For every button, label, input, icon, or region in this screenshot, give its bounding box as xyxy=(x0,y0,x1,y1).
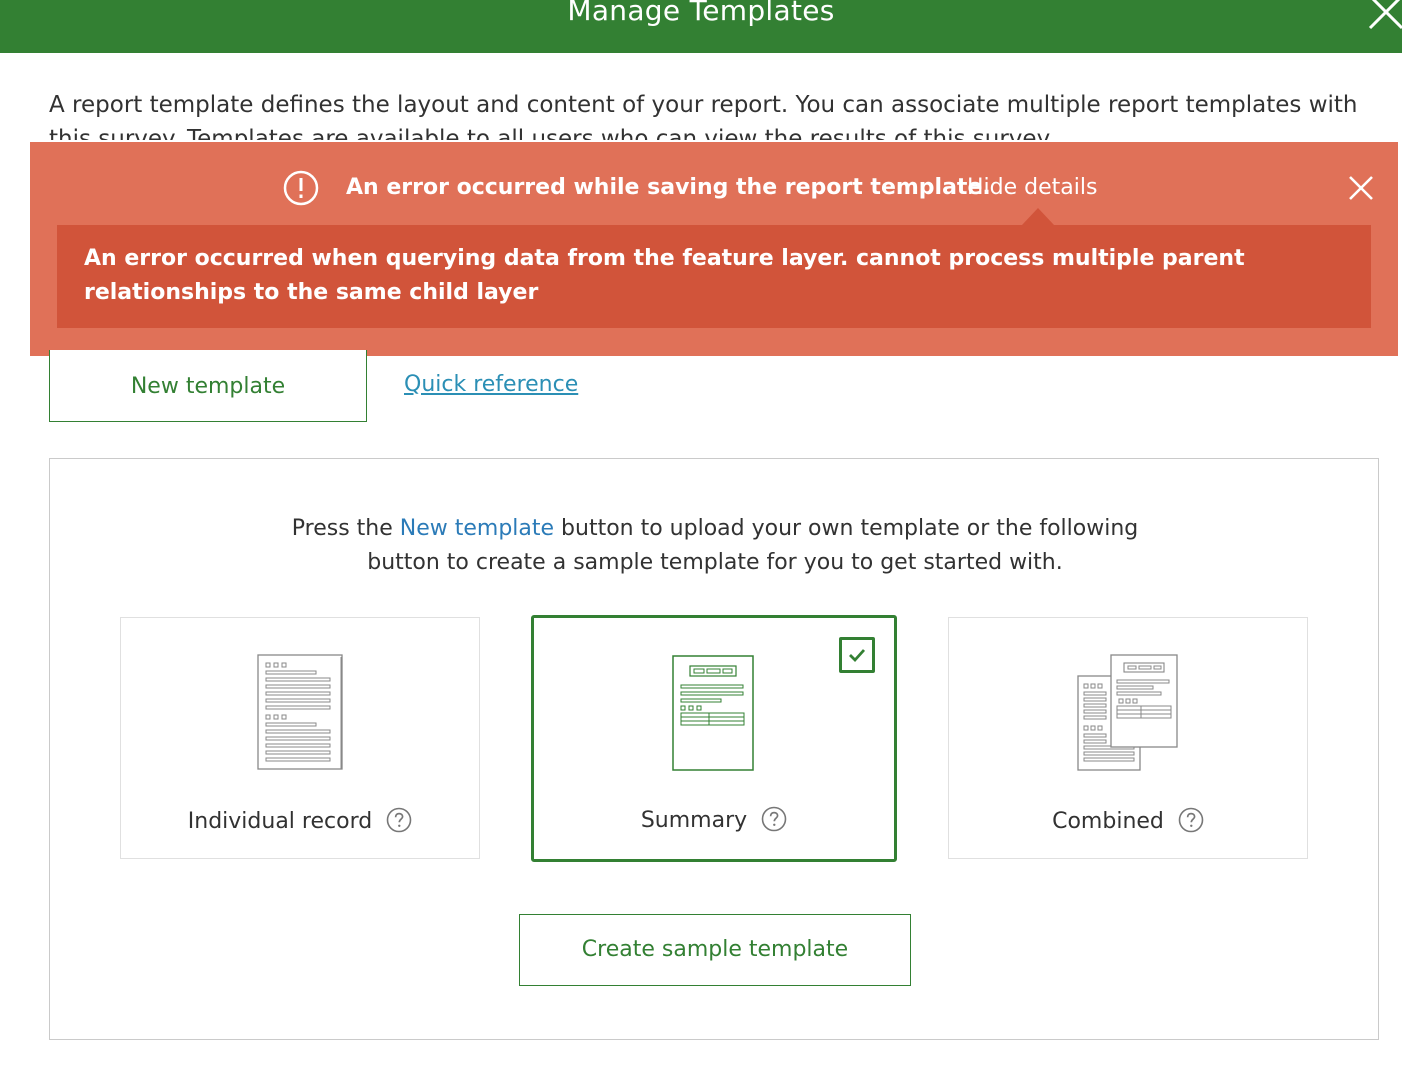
error-banner: An error occurred while saving the repor… xyxy=(30,142,1398,356)
dialog-header: Manage Templates xyxy=(0,0,1402,53)
hide-details-link[interactable]: Hide details xyxy=(967,172,1097,204)
card-summary[interactable]: Summary xyxy=(531,615,897,862)
error-details: An error occurred when querying data fro… xyxy=(57,225,1371,328)
card-title: Summary xyxy=(640,808,748,833)
selected-checkbox[interactable] xyxy=(839,637,875,673)
error-message: An error occurred while saving the repor… xyxy=(346,175,991,200)
card-individual-record[interactable]: Individual record xyxy=(120,617,480,859)
intro-text: A report template defines the layout and… xyxy=(49,92,1358,140)
individual-record-document-icon xyxy=(257,654,343,770)
help-icon[interactable] xyxy=(1178,807,1204,833)
instructions-text: Press the xyxy=(291,516,400,541)
card-title: Individual record xyxy=(187,809,373,834)
new-template-inline-link[interactable]: New template xyxy=(400,516,554,541)
card-combined[interactable]: Combined xyxy=(948,617,1308,859)
card-label: Combined xyxy=(949,806,1307,838)
summary-document-icon xyxy=(672,655,754,771)
dialog-title: Manage Templates xyxy=(567,0,835,27)
quick-reference-link[interactable]: Quick reference xyxy=(404,368,578,402)
card-title: Combined xyxy=(1052,809,1164,834)
close-icon[interactable] xyxy=(1348,175,1374,201)
help-icon[interactable] xyxy=(386,807,412,833)
sample-template-panel: Press the New template button to upload … xyxy=(49,458,1379,1040)
instructions-text: button to create a sample template for y… xyxy=(367,550,1063,575)
panel-instructions: Press the New template button to upload … xyxy=(50,512,1380,580)
card-label: Individual record xyxy=(121,806,479,838)
exclamation-circle-icon xyxy=(283,170,319,206)
new-template-button[interactable]: New template xyxy=(49,350,367,422)
checkmark-icon xyxy=(849,649,866,663)
combined-documents-icon xyxy=(1077,654,1178,771)
details-caret xyxy=(1022,208,1054,225)
instructions-text: button to upload your own template or th… xyxy=(554,516,1139,541)
close-icon[interactable] xyxy=(1366,0,1402,32)
card-label: Summary xyxy=(534,805,894,837)
help-icon[interactable] xyxy=(761,806,787,832)
create-sample-template-button[interactable]: Create sample template xyxy=(519,914,911,986)
